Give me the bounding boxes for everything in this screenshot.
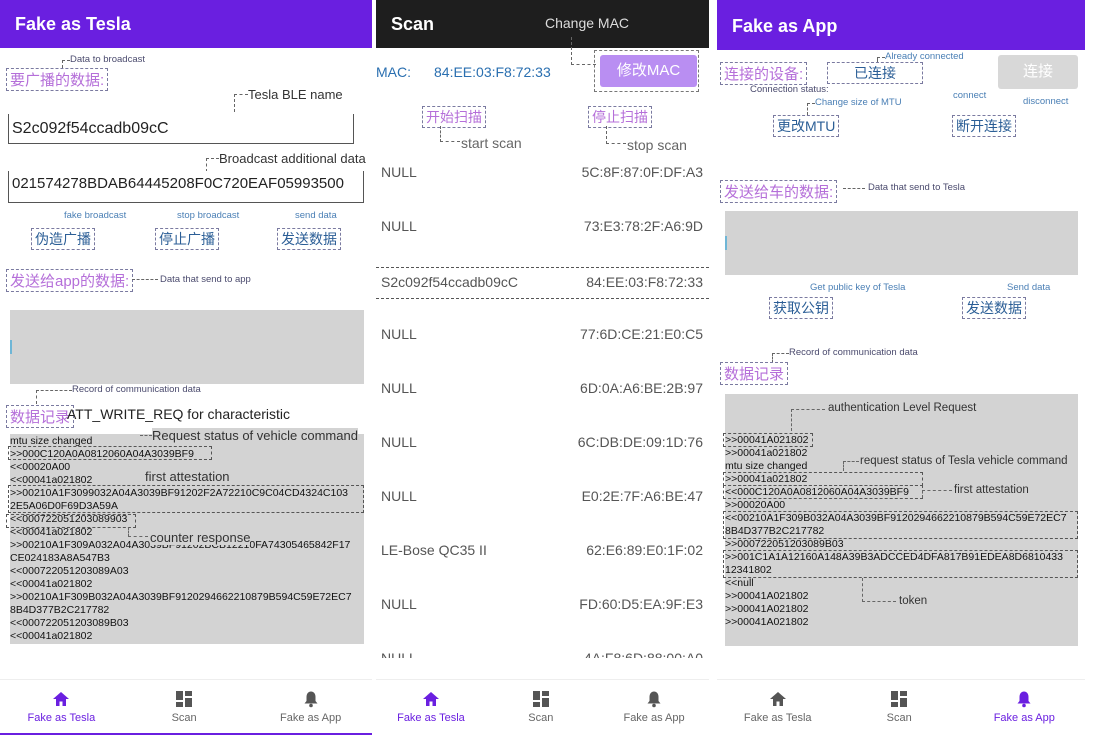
device-row[interactable]: LE-Bose QC35 II 62:E6:89:E0:1F:02 <box>376 524 709 578</box>
data-to-broadcast-label: 要广播的数据: <box>6 68 109 91</box>
device-row[interactable]: NULL 5C:8F:87:0F:DF:A3 <box>376 146 709 200</box>
send-data-annotation: Send data <box>1007 282 1051 293</box>
nav-scan-label: Scan <box>528 712 554 724</box>
send-data-annotation: send data <box>295 210 337 221</box>
nav-scan[interactable]: Scan <box>123 680 246 724</box>
device-row[interactable]: NULL 77:6D:CE:21:E0:C5 <box>376 308 709 362</box>
nav-fake-as-app-label: Fake as App <box>623 712 685 724</box>
get-key-annotation: Get public key of Tesla <box>810 282 906 293</box>
request-status-annotation: Request status of vehicle command <box>152 428 358 443</box>
fake-as-app-screen: Fake as App Already connected 连接的设备: 已连接… <box>717 0 1085 735</box>
connected-device-label: 连接的设备: <box>720 62 808 85</box>
start-scan-button[interactable]: 开始扫描 <box>422 106 486 128</box>
change-mtu-button[interactable]: 更改MTU <box>773 115 840 137</box>
nav-fake-as-app[interactable]: Fake as App <box>964 680 1085 724</box>
ble-name-field[interactable]: S2c092f54ccadb09cC <box>8 114 354 144</box>
nav-fake-as-tesla[interactable]: Fake as Tesla <box>717 680 838 724</box>
device-row[interactable]: NULL 6D:0A:A6:BE:2B:97 <box>376 362 709 416</box>
broadcast-additional-field[interactable]: 021574278BDAB64445208F0C720EAF05993500 <box>8 171 364 203</box>
change-mac-annotation: Change MAC <box>545 15 630 31</box>
bottom-navigation: Fake as Tesla Scan Fake as App <box>717 679 1085 735</box>
nav-fake-as-tesla[interactable]: Fake as Tesla <box>0 680 123 724</box>
device-row[interactable]: NULL 73:E3:78:2F:A6:9D <box>376 200 709 254</box>
send-data-button[interactable]: 发送数据 <box>277 228 341 250</box>
home-icon <box>769 692 786 706</box>
token-annotation: token <box>899 595 928 607</box>
record-label: 数据记录 <box>6 405 75 428</box>
send-to-app-label: 发送给app的数据: <box>6 269 134 292</box>
auth-level-annotation: authentication Level Request <box>828 402 977 414</box>
send-data-button[interactable]: 发送数据 <box>962 297 1026 319</box>
app-bar-title: Fake as Tesla <box>0 0 372 48</box>
nav-fake-as-app[interactable]: Fake as App <box>599 680 709 724</box>
device-row-target[interactable]: S2c092f54ccadb09cC 84:EE:03:F8:72:33 <box>376 267 709 299</box>
home-icon <box>422 692 439 706</box>
nav-fake-as-tesla-label: Fake as Tesla <box>397 712 465 724</box>
send-to-app-annotation: Data that send to app <box>160 274 251 285</box>
fake-as-tesla-screen: Fake as Tesla Data to broadcast 要广播的数据: … <box>0 0 372 735</box>
broadcast-additional-annotation: Broadcast additional data <box>219 151 366 166</box>
scan-title: Scan <box>391 14 435 34</box>
home-icon <box>53 692 70 706</box>
send-to-car-label: 发送给车的数据: <box>720 180 838 203</box>
connection-status-annotation: Connection status: <box>750 84 829 95</box>
scan-app-bar: Scan <box>376 0 709 48</box>
disconnect-annotation: disconnect <box>1023 96 1069 107</box>
device-row[interactable]: NULL FD:60:D5:EA:9F:E3 <box>376 578 709 632</box>
stop-broadcast-annotation: stop broadcast <box>177 210 240 221</box>
nav-scan-label: Scan <box>171 712 197 724</box>
nav-scan-label: Scan <box>886 712 912 724</box>
first-attestation-annotation: first attestation <box>145 469 230 484</box>
nav-fake-as-app-label: Fake as App <box>280 712 342 724</box>
connect-button[interactable]: 连接 <box>998 55 1078 89</box>
nav-fake-as-app[interactable]: Fake as App <box>249 680 372 724</box>
att-write-text: ATT_WRITE_REQ for characteristic <box>67 406 291 422</box>
stop-scan-button[interactable]: 停止扫描 <box>588 106 652 128</box>
device-row[interactable]: NULL 4A:F8:6D:88:00:A0 <box>376 632 709 658</box>
nav-scan[interactable]: Scan <box>486 680 596 724</box>
counter-response-annotation: counter response <box>150 530 251 545</box>
fake-broadcast-annotation: fake broadcast <box>64 210 127 221</box>
change-mac-button[interactable]: 修改MAC <box>600 55 697 87</box>
fake-broadcast-button[interactable]: 伪造广播 <box>31 228 95 250</box>
get-public-key-button[interactable]: 获取公钥 <box>769 297 833 319</box>
ble-name-annotation: Tesla BLE name <box>248 87 343 102</box>
bell-icon <box>1017 691 1031 708</box>
mac-value: 84:EE:03:F8:72:33 <box>434 64 551 80</box>
nav-fake-as-tesla-label: Fake as Tesla <box>27 712 96 724</box>
bottom-navigation: Fake as Tesla Scan Fake as App <box>0 679 372 735</box>
nav-fake-as-tesla[interactable]: Fake as Tesla <box>376 680 486 724</box>
nav-scan[interactable]: Scan <box>838 680 959 724</box>
record-annotation: Record of communication data <box>789 347 918 358</box>
connect-annotation: connect <box>953 90 987 101</box>
dashboard-icon <box>891 691 908 707</box>
bell-icon <box>304 691 318 708</box>
stop-broadcast-button[interactable]: 停止广播 <box>155 228 219 250</box>
already-connected-status: 已连接 <box>827 62 923 84</box>
mac-label: MAC: <box>376 64 411 80</box>
device-row[interactable]: NULL E0:2E:7F:A6:BE:47 <box>376 470 709 524</box>
record-label: 数据记录 <box>720 362 789 385</box>
scan-screen: Scan Change MAC MAC: 84:EE:03:F8:72:33 修… <box>376 0 709 735</box>
record-annotation: Record of communication data <box>72 384 201 395</box>
app-bar-title: Fake as App <box>717 0 1085 50</box>
nav-fake-as-tesla-label: Fake as Tesla <box>743 712 812 724</box>
send-to-car-input[interactable] <box>725 211 1078 275</box>
dashboard-icon <box>176 691 193 707</box>
send-to-app-input[interactable] <box>10 310 364 384</box>
bell-icon <box>647 691 661 708</box>
send-to-car-annotation: Data that send to Tesla <box>868 182 965 193</box>
change-mtu-annotation: Change size of MTU <box>815 97 902 108</box>
data-to-broadcast-annotation: Data to broadcast <box>70 54 145 65</box>
first-attestation-annotation: first attestation <box>954 484 1029 496</box>
dashboard-icon <box>532 691 549 707</box>
already-connected-annotation: Already connected <box>885 51 964 62</box>
bottom-navigation: Fake as Tesla Scan Fake as App <box>376 679 709 735</box>
request-status-annotation: request status of Tesla vehicle command <box>860 455 1068 467</box>
device-row[interactable]: NULL 6C:DB:DE:09:1D:76 <box>376 416 709 470</box>
disconnect-button[interactable]: 断开连接 <box>952 115 1016 137</box>
nav-fake-as-app-label: Fake as App <box>993 712 1055 724</box>
